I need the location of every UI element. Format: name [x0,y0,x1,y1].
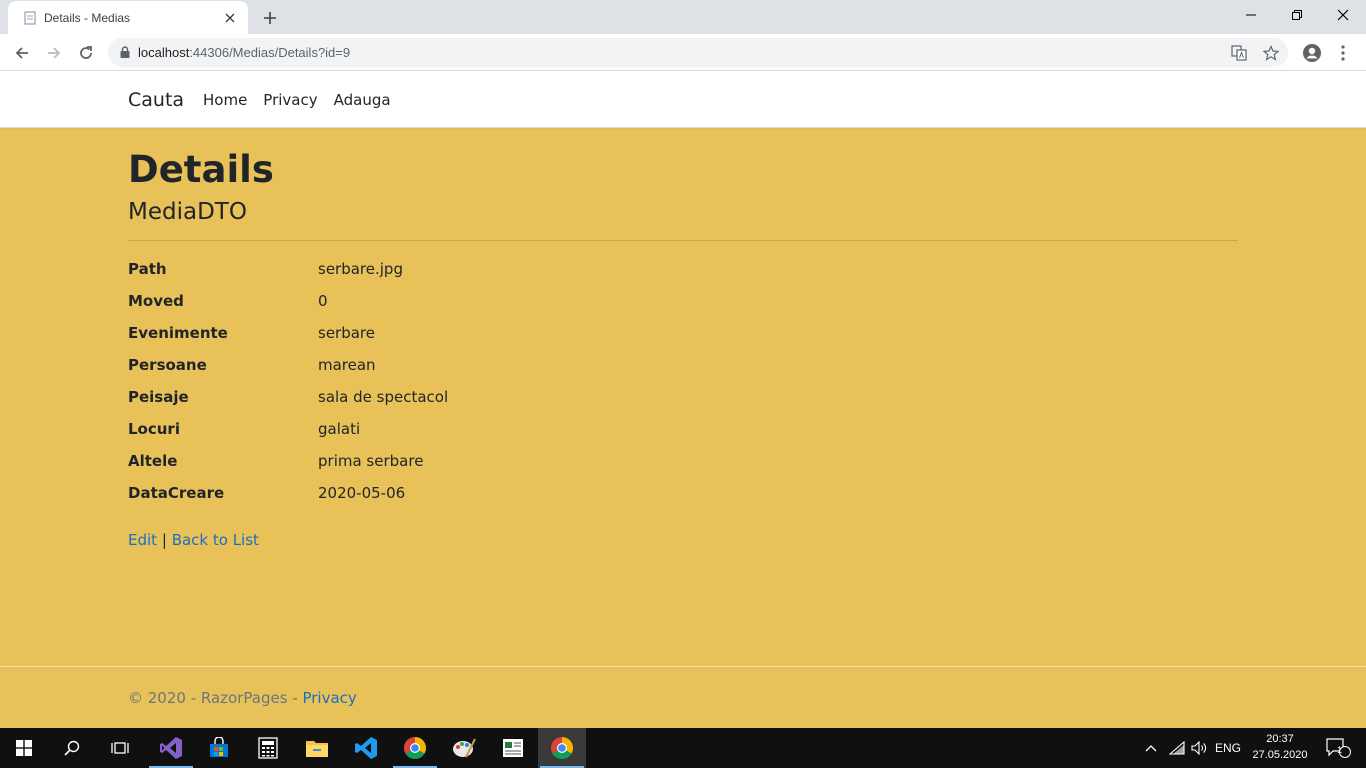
nav-links: Home Privacy Adauga [203,91,407,109]
detail-label: Persoane [128,356,207,374]
site-navbar: Cauta Home Privacy Adauga [0,71,1366,128]
restore-button[interactable] [1274,0,1320,30]
tray-chevron-up-icon[interactable] [1140,728,1162,768]
edit-link[interactable]: Edit [128,531,157,549]
detail-label: Altele [128,452,178,470]
notification-count: 1 [1337,745,1343,755]
detail-value: 0 [318,292,328,310]
footer-text: © 2020 - RazorPages - Privacy [128,689,357,707]
nav-link-home[interactable]: Home [203,91,247,109]
browser-toolbar: localhost:44306/Medias/Details?id=9 [0,34,1366,71]
news-app-icon[interactable] [489,728,537,768]
file-explorer-icon[interactable] [293,728,341,768]
close-window-button[interactable] [1320,0,1366,30]
detail-row-persoane: Persoane marean [128,355,1238,387]
detail-label: Path [128,260,167,278]
detail-value: galati [318,420,361,438]
calculator-icon[interactable] [244,728,292,768]
detail-row-altele: Altele prima serbare [128,451,1238,483]
profile-avatar-icon[interactable] [1300,41,1324,65]
browser-tab-strip: Details - Medias [0,0,1366,34]
detail-label: DataCreare [128,484,225,502]
main-content: Details MediaDTO Path serbare.jpg Moved … [128,146,1238,549]
detail-value: sala de spectacol [318,388,449,406]
browser-menu-icon[interactable] [1334,41,1352,65]
clock-date: 27.05.2020 [1252,749,1308,761]
browser-tab[interactable]: Details - Medias [8,1,248,34]
back-to-list-link[interactable]: Back to List [172,531,259,549]
vscode-icon[interactable] [342,728,390,768]
detail-label: Peisaje [128,388,189,406]
nav-link-adauga[interactable]: Adauga [334,91,391,109]
detail-label: Evenimente [128,324,228,342]
detail-label: Locuri [128,420,180,438]
language-label: ENG [1214,741,1241,755]
details-list: Path serbare.jpg Moved 0 Evenimente serb… [128,259,1238,515]
back-arrow-icon[interactable] [8,39,36,67]
translate-icon[interactable] [1230,44,1248,62]
bookmark-star-icon[interactable] [1262,44,1280,62]
forward-arrow-icon[interactable] [40,39,68,67]
detail-value: serbare.jpg [318,260,403,278]
reload-icon[interactable] [72,39,100,67]
language-indicator[interactable]: ENG [1212,728,1244,768]
url-host: localhost [138,45,190,60]
address-bar[interactable]: localhost:44306/Medias/Details?id=9 [108,38,1288,67]
new-tab-button[interactable] [258,6,282,30]
volume-icon[interactable] [1188,728,1210,768]
nav-link-privacy[interactable]: Privacy [263,91,317,109]
lock-icon [120,43,130,62]
detail-row-peisaje: Peisaje sala de spectacol [128,387,1238,419]
task-view-icon[interactable] [96,728,144,768]
chrome-active-icon[interactable] [538,728,586,768]
navbar-brand[interactable]: Cauta [128,89,184,111]
windows-taskbar: ENG 20:37 27.05.2020 1 [0,728,1366,768]
chrome-icon[interactable] [391,728,439,768]
divider [128,240,1238,241]
detail-row-locuri: Locuri galati [128,419,1238,451]
action-center-icon[interactable]: 1 [1320,728,1356,768]
footer-copyright: © 2020 - RazorPages - [128,689,303,707]
tab-title: Details - Medias [44,10,131,25]
search-icon[interactable] [48,728,96,768]
page-footer: © 2020 - RazorPages - Privacy [0,666,1366,728]
details-actions: Edit | Back to List [128,531,1238,549]
paint-icon[interactable] [440,728,488,768]
minimize-button[interactable] [1228,0,1274,30]
network-icon[interactable] [1166,728,1188,768]
link-separator: | [161,531,167,549]
detail-value: prima serbare [318,452,424,470]
page-favicon-icon [22,10,38,26]
page-title: Details [128,148,274,191]
taskbar-clock[interactable]: 20:37 27.05.2020 [1250,731,1310,763]
page-subtitle: MediaDTO [128,199,247,225]
detail-row-datacreare: DataCreare 2020-05-06 [128,483,1238,515]
detail-row-moved: Moved 0 [128,291,1238,323]
detail-value: serbare [318,324,375,342]
windows-start-icon[interactable] [0,728,48,768]
detail-row-evenimente: Evenimente serbare [128,323,1238,355]
detail-value: 2020-05-06 [318,484,406,502]
microsoft-store-icon[interactable] [195,728,243,768]
url-path: :44306/Medias/Details?id=9 [189,45,351,60]
clock-time: 20:37 [1266,733,1294,745]
visual-studio-icon[interactable] [147,728,195,768]
footer-privacy-link[interactable]: Privacy [302,689,356,707]
tab-close-icon[interactable] [222,10,238,26]
detail-value: marean [318,356,376,374]
detail-label: Moved [128,292,184,310]
detail-row-path: Path serbare.jpg [128,259,1238,291]
